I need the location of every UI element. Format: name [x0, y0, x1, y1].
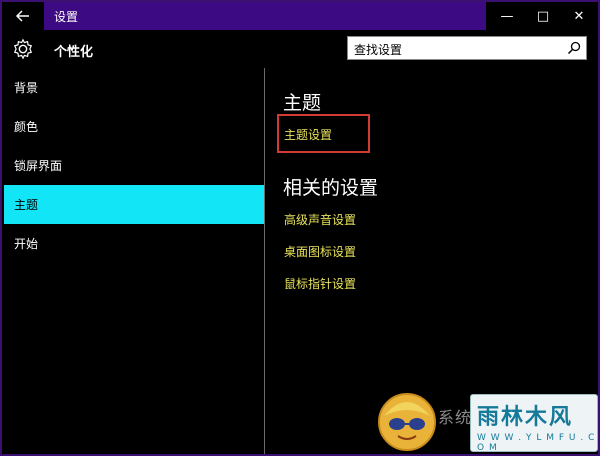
back-arrow-icon [16, 10, 29, 22]
mouse-pointer-settings-link[interactable]: 鼠标指针设置 [284, 275, 356, 292]
search-input[interactable]: 查找设置 [347, 36, 587, 60]
watermark-title: 雨林木风 [477, 405, 574, 430]
watermark-side-text: 系统 [438, 408, 473, 427]
sidebar-item-label: 主题 [14, 198, 39, 212]
theme-heading: 主题 [283, 92, 322, 114]
sidebar-item-background[interactable]: 背景 [4, 68, 264, 107]
gear-icon [13, 38, 33, 60]
mascot-logo-icon [378, 393, 436, 451]
watermark-badge: 雨林木风 W W W . Y L M F U . C O M [470, 394, 598, 453]
sidebar-item-label: 开始 [14, 237, 39, 251]
search-input-text: 查找设置 [354, 43, 403, 57]
sidebar-item-label: 锁屏界面 [14, 159, 63, 173]
back-button[interactable] [2, 2, 44, 30]
maximize-button[interactable]: □ [524, 2, 562, 30]
sidebar: 背景 颜色 锁屏界面 主题 开始 [2, 68, 264, 456]
minimize-button[interactable]: — [488, 2, 526, 30]
title-bar: 设置 — □ ✕ [2, 2, 598, 30]
window-title: 设置 [54, 10, 79, 24]
sidebar-item-start[interactable]: 开始 [4, 224, 264, 263]
settings-window: 设置 — □ ✕ 个性化 查找设置 背景 颜色 锁屏界面 主题 开始 主题 主题… [0, 0, 600, 456]
sidebar-item-label: 颜色 [14, 120, 39, 134]
watermark: 系统 雨林木风 W W W . Y L M F U . C O M [374, 382, 600, 456]
sidebar-item-label: 背景 [14, 81, 39, 95]
related-settings-heading: 相关的设置 [283, 177, 379, 199]
pane-divider [264, 68, 265, 454]
sidebar-item-lock-screen[interactable]: 锁屏界面 [4, 146, 264, 185]
highlight-box [277, 114, 370, 153]
close-button[interactable]: ✕ [560, 2, 598, 30]
sidebar-item-color[interactable]: 颜色 [4, 107, 264, 146]
watermark-url: W W W . Y L M F U . C O M [477, 433, 596, 453]
search-icon[interactable] [566, 40, 582, 56]
advanced-sound-settings-link[interactable]: 高级声音设置 [284, 211, 356, 228]
page-title: 个性化 [54, 45, 94, 60]
desktop-icon-settings-link[interactable]: 桌面图标设置 [284, 243, 356, 260]
sidebar-item-themes[interactable]: 主题 [4, 185, 264, 224]
title-bar-fill [44, 2, 486, 30]
